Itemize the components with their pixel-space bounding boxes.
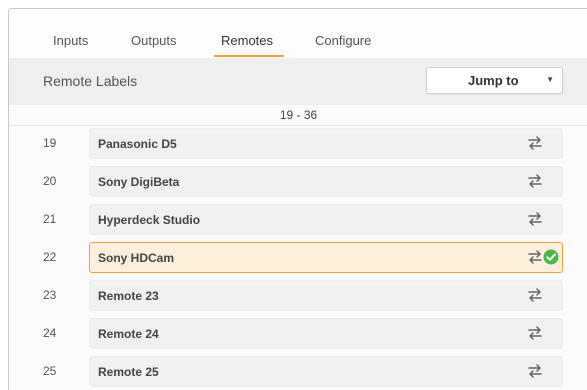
remote-label-field[interactable]: Remote 23 (89, 280, 563, 311)
remote-label-text: Hyperdeck Studio (98, 213, 201, 227)
swap-arrows-icon[interactable] (527, 288, 543, 302)
remote-label-text: Sony DigiBeta (98, 175, 180, 189)
swap-arrows-icon[interactable] (527, 250, 543, 264)
range-header: 19 - 36 (9, 105, 587, 126)
remote-label-field[interactable]: Hyperdeck Studio (89, 204, 563, 235)
section-title: Remote Labels (43, 73, 138, 89)
remote-number: 20 (43, 174, 57, 188)
swap-arrows-icon[interactable] (527, 326, 543, 340)
remote-row: 25 Remote 25 (9, 355, 587, 390)
active-tab-indicator (214, 55, 284, 57)
checkmark-icon (543, 249, 559, 265)
remote-row: 20 Sony DigiBeta (9, 165, 587, 202)
remote-number: 24 (43, 326, 57, 340)
remote-row: 21 Hyperdeck Studio (9, 203, 587, 240)
remote-row: 24 Remote 24 (9, 317, 587, 354)
jump-to-label: Jump to (468, 73, 519, 88)
caret-down-icon: ▼ (546, 75, 554, 84)
remote-label-text: Remote 23 (98, 289, 159, 303)
remote-number: 21 (43, 212, 57, 226)
remote-number: 25 (43, 364, 57, 378)
tab-inputs[interactable]: Inputs (53, 33, 88, 48)
remote-label-field[interactable]: Remote 24 (89, 318, 563, 349)
toolbar: Remote Labels Jump to ▼ (9, 58, 587, 105)
range-label: 19 - 36 (279, 108, 318, 122)
jump-to-dropdown[interactable]: Jump to ▼ (426, 67, 563, 94)
swap-arrows-icon[interactable] (527, 212, 543, 226)
swap-arrows-icon[interactable] (527, 364, 543, 378)
remote-label-text: Remote 25 (98, 365, 159, 379)
tab-outputs[interactable]: Outputs (131, 33, 177, 48)
tab-remotes[interactable]: Remotes (221, 33, 273, 48)
remotes-panel: Inputs Outputs Remotes Configure Remote … (8, 8, 587, 390)
remote-number: 19 (43, 136, 57, 150)
remote-label-field[interactable]: Sony DigiBeta (89, 166, 563, 197)
remote-number: 22 (43, 250, 57, 264)
tab-bar: Inputs Outputs Remotes Configure (9, 9, 587, 57)
remote-label-field[interactable]: Sony HDCam (89, 242, 563, 273)
remote-row: 23 Remote 23 (9, 279, 587, 316)
tab-configure[interactable]: Configure (315, 33, 371, 48)
remote-label-text: Panasonic D5 (98, 137, 177, 151)
remote-row: 22 Sony HDCam (9, 241, 587, 278)
remote-label-field[interactable]: Panasonic D5 (89, 128, 563, 159)
remote-row: 19 Panasonic D5 (9, 127, 587, 164)
swap-arrows-icon[interactable] (527, 174, 543, 188)
remote-label-field[interactable]: Remote 25 (89, 356, 563, 387)
swap-arrows-icon[interactable] (527, 136, 543, 150)
remote-label-text: Sony HDCam (98, 251, 175, 265)
remote-number: 23 (43, 288, 57, 302)
remote-label-text: Remote 24 (98, 327, 159, 341)
